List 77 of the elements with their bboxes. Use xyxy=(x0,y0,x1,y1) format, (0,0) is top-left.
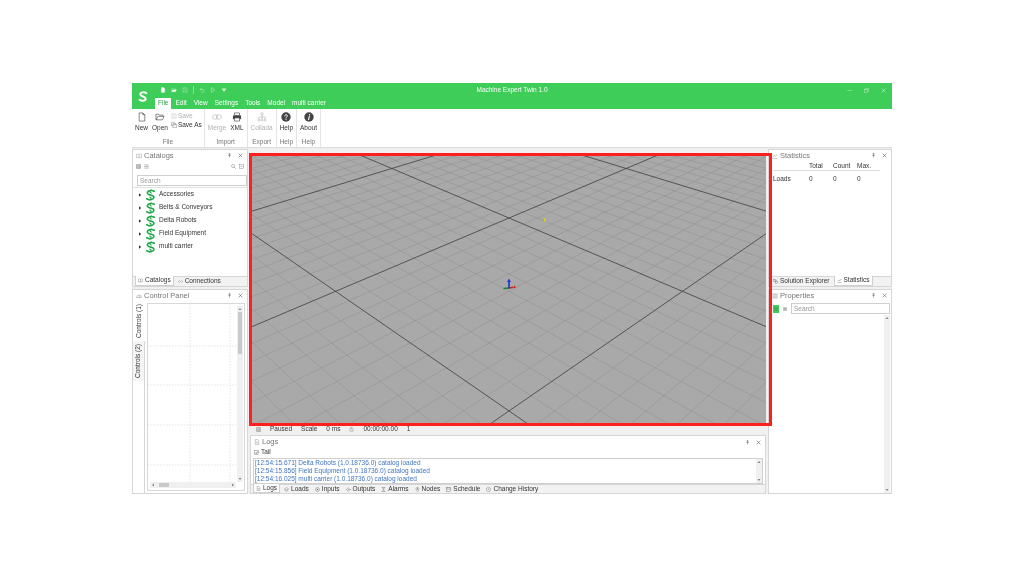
grid-icon xyxy=(783,306,787,311)
scrollbar-thumb[interactable] xyxy=(159,483,169,487)
diagram-icon xyxy=(773,279,778,284)
stopwatch-icon xyxy=(349,427,355,432)
close-icon[interactable] xyxy=(756,439,761,445)
close-icon[interactable] xyxy=(882,153,887,158)
marker-icon xyxy=(544,218,546,222)
pin-icon[interactable] xyxy=(745,439,750,445)
close-icon[interactable] xyxy=(882,293,887,298)
scroll-down-arrow-icon[interactable] xyxy=(885,488,889,492)
layers-icon xyxy=(284,486,290,492)
expand-arrow-icon[interactable] xyxy=(138,205,142,210)
scrollbar[interactable] xyxy=(237,306,243,482)
axis-gizmo-icon xyxy=(502,278,516,290)
pin-icon[interactable] xyxy=(227,153,232,158)
info-icon xyxy=(303,112,314,122)
book-icon xyxy=(136,152,142,159)
help-icon xyxy=(281,112,292,122)
scrollbar[interactable] xyxy=(884,315,890,493)
hierarchy-icon xyxy=(256,112,267,122)
new-file-icon[interactable] xyxy=(160,87,166,93)
close-icon[interactable] xyxy=(238,293,243,298)
document-icon xyxy=(136,112,147,122)
document-icon xyxy=(254,439,260,445)
book-icon xyxy=(138,278,143,283)
app-logo-icon xyxy=(137,89,149,103)
list-icon xyxy=(772,292,778,299)
scrollbar[interactable] xyxy=(150,482,236,488)
folder-icon[interactable] xyxy=(171,87,177,93)
search-icon[interactable] xyxy=(231,163,236,169)
grid-view-button[interactable] xyxy=(782,304,788,313)
map-pin-icon xyxy=(414,486,420,492)
clock-icon xyxy=(486,486,492,492)
pin-icon[interactable] xyxy=(871,153,876,158)
merge-icon xyxy=(212,112,222,122)
document-icon xyxy=(256,485,261,491)
grid-view-icon[interactable] xyxy=(136,163,141,169)
scroll-left-arrow-icon[interactable] xyxy=(151,483,155,487)
printer-icon xyxy=(231,112,242,122)
scrollbar[interactable] xyxy=(756,459,762,483)
scroll-up-arrow-icon[interactable] xyxy=(757,460,761,464)
hourglass-icon xyxy=(381,486,387,492)
swirl-logo-icon xyxy=(144,240,157,253)
folder-icon xyxy=(154,112,165,122)
swirl-logo-icon xyxy=(144,201,157,214)
scroll-up-arrow-icon[interactable] xyxy=(238,307,242,311)
scroll-right-arrow-icon[interactable] xyxy=(231,483,235,487)
line-chart-icon xyxy=(836,278,842,283)
save-as-icon xyxy=(170,121,177,128)
calendar-icon xyxy=(446,486,452,492)
save-icon xyxy=(170,113,177,120)
pin-icon[interactable] xyxy=(227,293,232,298)
close-icon[interactable] xyxy=(238,153,243,158)
dropdown-caret-icon[interactable] xyxy=(221,87,227,93)
list-icon xyxy=(774,306,778,311)
checkbox[interactable] xyxy=(254,450,259,455)
scroll-up-arrow-icon[interactable] xyxy=(885,316,889,320)
line-chart-icon xyxy=(772,152,778,159)
swirl-logo-icon xyxy=(144,214,157,227)
collapse-all-icon[interactable] xyxy=(239,163,244,169)
scrollbar-thumb[interactable] xyxy=(238,312,242,354)
expand-arrow-icon[interactable] xyxy=(138,218,142,223)
expand-arrow-icon[interactable] xyxy=(138,244,142,249)
connection-icon xyxy=(177,279,183,284)
expand-arrow-icon[interactable] xyxy=(138,192,142,197)
expand-arrow-icon[interactable] xyxy=(138,231,142,236)
pin-icon[interactable] xyxy=(871,293,876,298)
scroll-down-arrow-icon[interactable] xyxy=(757,478,761,482)
swirl-logo-icon xyxy=(144,227,157,240)
grid-icon xyxy=(256,427,261,432)
scroll-down-arrow-icon[interactable] xyxy=(238,477,242,481)
list-view-icon[interactable] xyxy=(144,163,149,169)
gauge-icon xyxy=(136,292,142,299)
target-icon xyxy=(314,486,320,492)
swirl-logo-icon xyxy=(144,188,157,201)
arrow-out-icon xyxy=(345,486,351,492)
categorized-view-button[interactable] xyxy=(773,304,779,313)
